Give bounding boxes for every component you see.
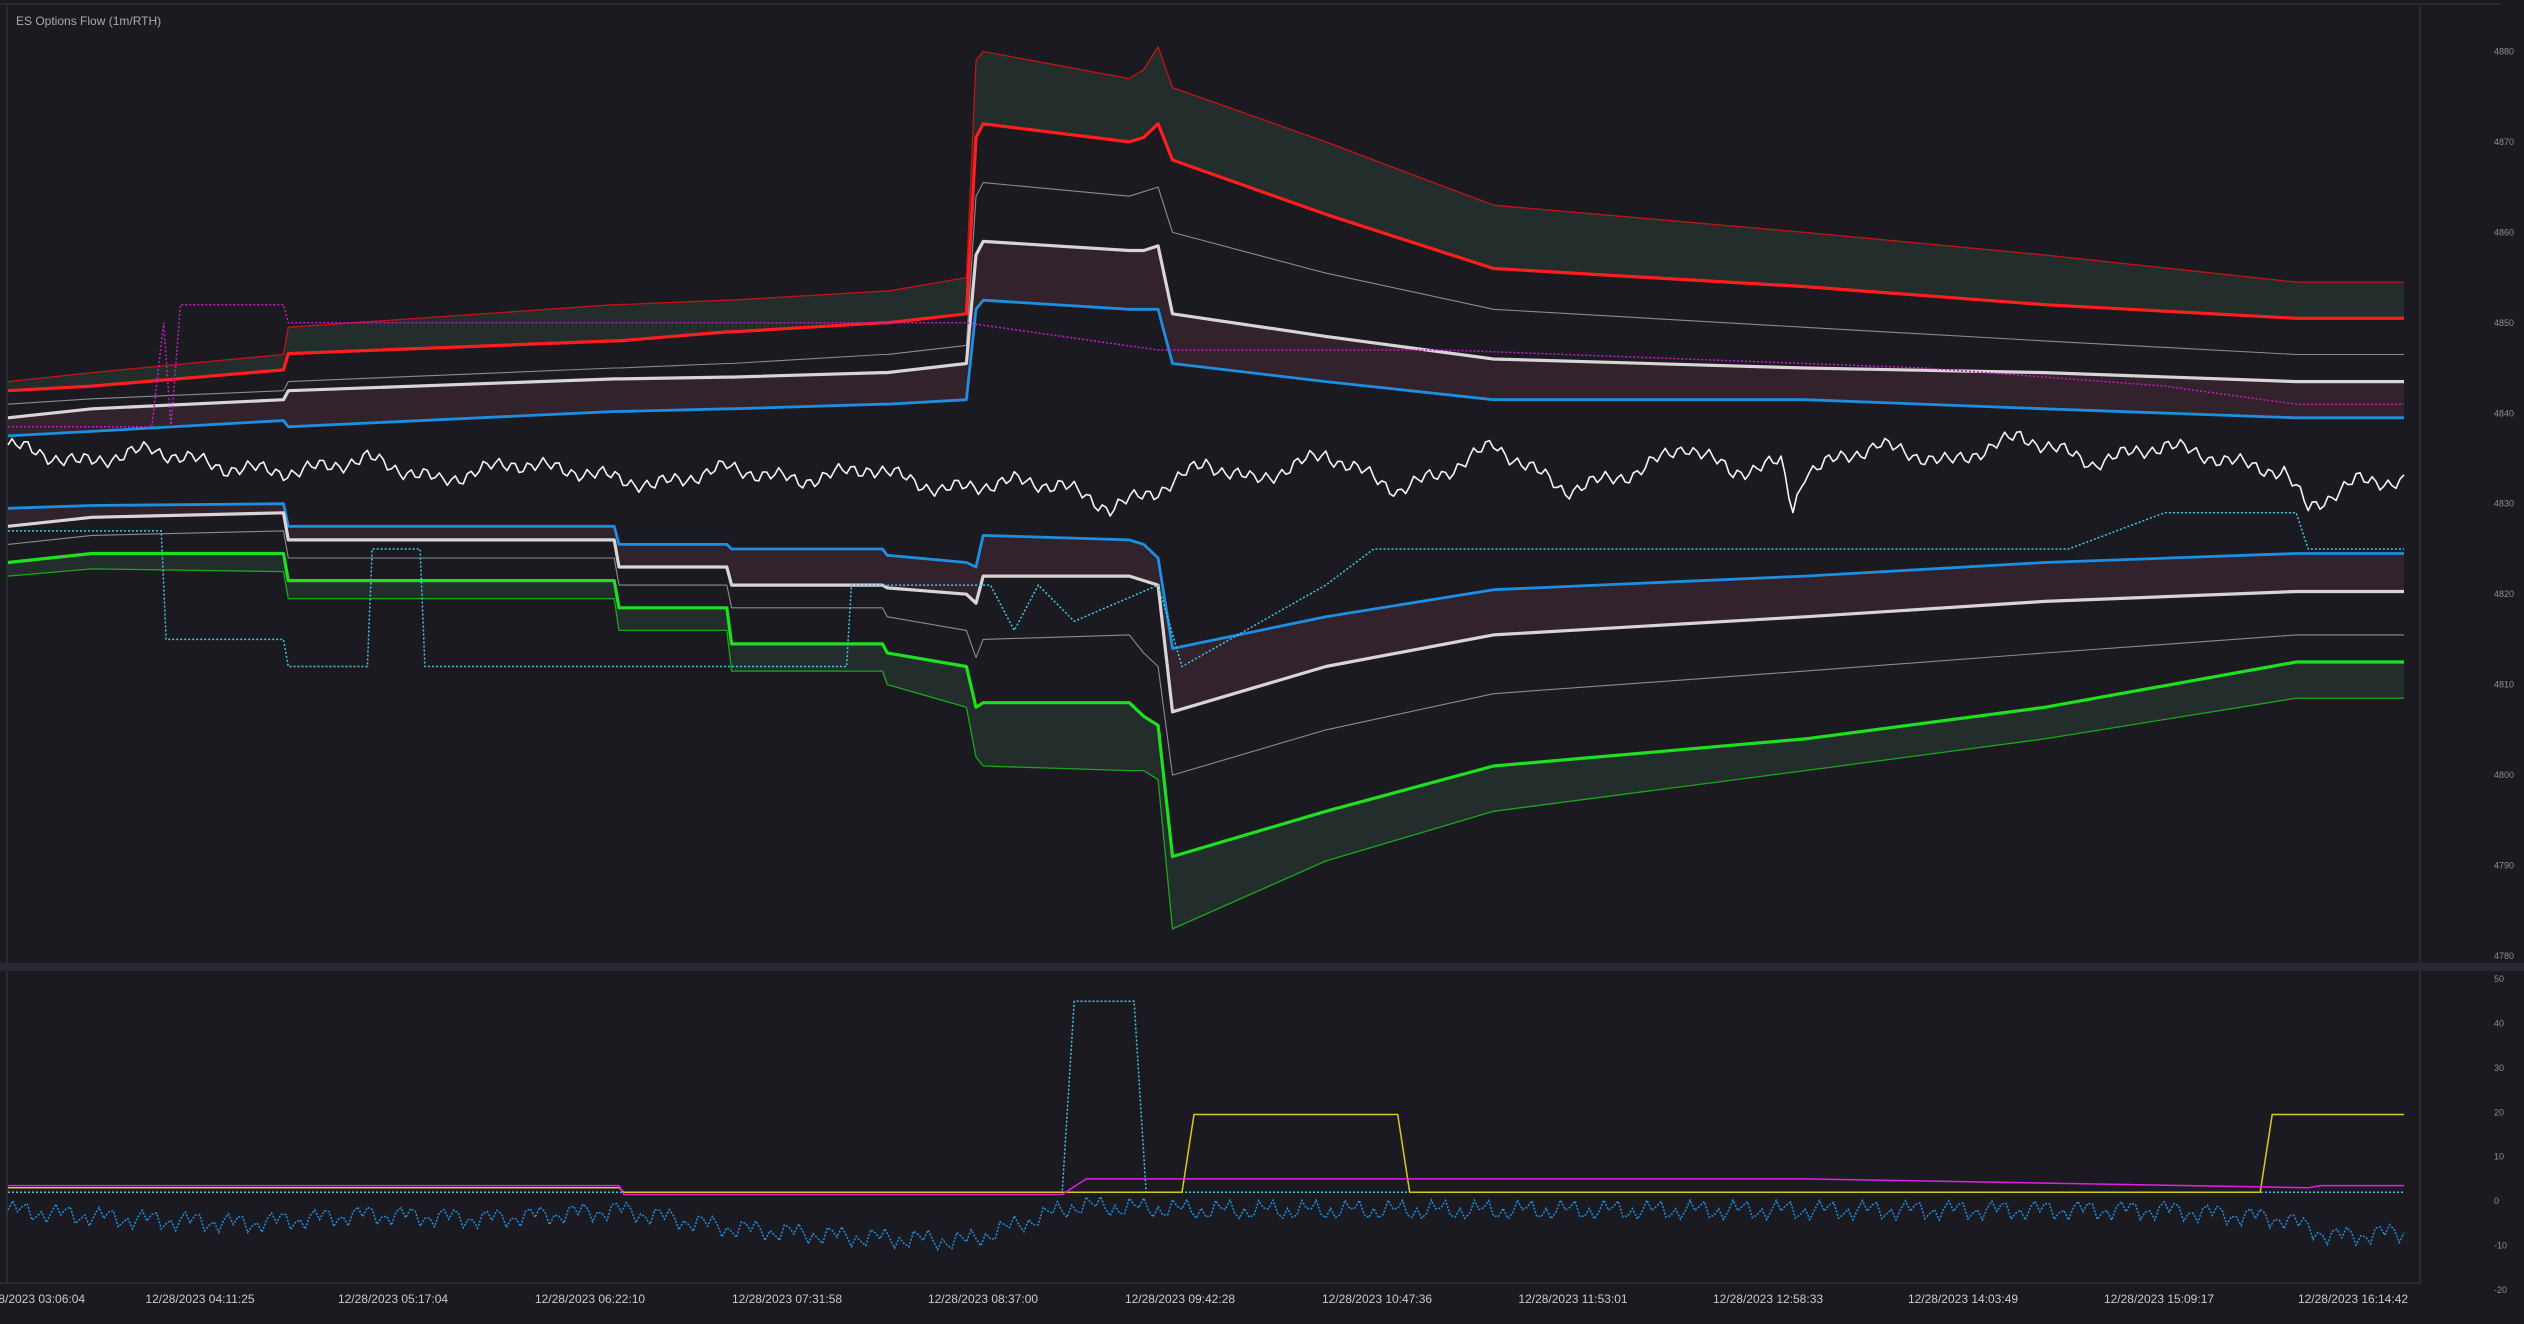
y-tick-label: 4800 [2494,770,2514,780]
y-tick-label: 4840 [2494,408,2514,418]
x-tick-label: 12/28/2023 07:31:58 [732,1292,842,1306]
y-tick-label: 4830 [2494,499,2514,509]
y-tick-label: 20 [2494,1107,2504,1117]
y-tick-label: 4780 [2494,951,2514,961]
x-tick-label: 12/28/2023 14:03:49 [1908,1292,2018,1306]
y-tick-label: 10 [2494,1152,2504,1162]
x-tick-label: 12/28/2023 11:53:01 [1518,1292,1628,1306]
y-tick-label: 0 [2494,1196,2499,1206]
y-tick-label: 4860 [2494,227,2514,237]
y-tick-label: 4820 [2494,589,2514,599]
x-tick-label: 12/28/2023 03:06:04 [0,1292,85,1306]
x-tick-label: 12/28/2023 08:37:00 [928,1292,1038,1306]
chart: 4880 4870 4860 4850 4840 4830 4820 4810 4800 4790… [0,0,2524,1319]
x-tick-label: 12/28/2023 10:47:36 [1322,1292,1432,1306]
y-tick-label: 50 [2494,974,2504,984]
x-tick-label: 12/28/2023 05:17:04 [338,1292,448,1306]
x-tick-label: 12/28/2023 04:11:25 [145,1292,255,1306]
x-tick-label: 12/28/2023 06:22:10 [535,1292,645,1306]
chart-svg: 4880 4870 4860 4850 4840 4830 4820 4810 4800 4790… [0,0,2524,1319]
y-tick-label: 4790 [2494,861,2514,871]
y-tick-label: 4850 [2494,318,2514,328]
x-tick-label: 12/28/2023 09:42:28 [1125,1292,1235,1306]
y-tick-label: 4880 [2494,46,2514,56]
y-tick-label: 4870 [2494,137,2514,147]
x-tick-label: 12/28/2023 12:58:33 [1713,1292,1823,1306]
y-tick-label: -10 [2494,1241,2507,1251]
y-tick-label: 30 [2494,1063,2504,1073]
pane-separator [0,963,2524,971]
y-tick-label: -20 [2494,1285,2507,1295]
y-tick-label: 40 [2494,1018,2504,1028]
x-tick-label: 12/28/2023 15:09:17 [2104,1292,2214,1306]
chart-title: ES Options Flow (1m/RTH) [16,14,162,28]
y-tick-label: 4810 [2494,680,2514,690]
x-tick-label: 12/28/2023 16:14:42 [2298,1292,2408,1306]
